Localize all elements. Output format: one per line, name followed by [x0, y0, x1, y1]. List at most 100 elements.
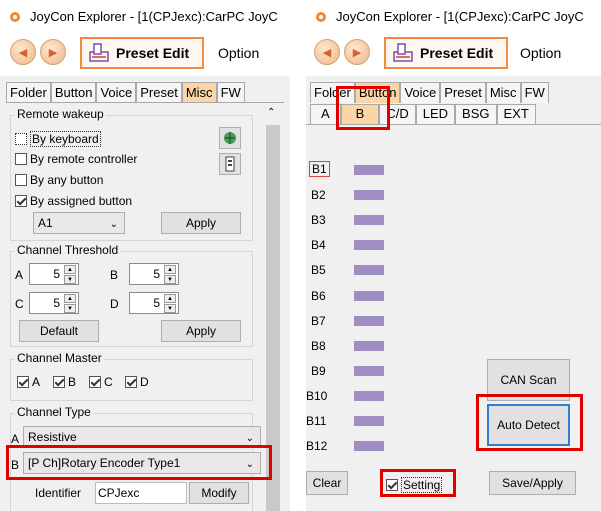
spin-up-icon[interactable]: ▲ [164, 294, 176, 303]
button-row-b1[interactable]: B1 [309, 160, 384, 180]
preset-edit-button[interactable]: Preset Edit [384, 37, 508, 69]
checkbox-box [53, 376, 65, 388]
button-row-b4[interactable]: B4 [309, 235, 384, 255]
button-bar[interactable] [354, 165, 384, 175]
threshold-c-spinner[interactable]: 5 ▲ ▼ [29, 292, 79, 314]
identifier-modify-button[interactable]: Modify [189, 482, 249, 504]
button-row-b12[interactable]: B12 [306, 436, 384, 456]
button-label: B1 [309, 161, 330, 177]
button-label: B8 [311, 339, 326, 353]
forward-button[interactable]: ▶ [344, 39, 370, 65]
button-row-b8[interactable]: B8 [309, 336, 384, 356]
checkbox-box [89, 376, 101, 388]
by-any-button-checkbox[interactable]: By any button [15, 173, 103, 187]
spin-up-icon[interactable]: ▲ [164, 265, 176, 274]
master-b-checkbox[interactable]: B [53, 375, 76, 389]
tab-preset[interactable]: Preset [136, 82, 182, 103]
keyboard-wakeup-icon-button[interactable] [219, 127, 241, 149]
button-label: B3 [311, 213, 326, 227]
highlight-channel-type-b [6, 445, 272, 480]
scroll-up-icon[interactable]: ⌃ [267, 107, 275, 118]
button-bar[interactable] [354, 291, 384, 301]
by-keyboard-checkbox[interactable]: By keyboard [15, 131, 101, 147]
option-menu[interactable]: Option [520, 45, 561, 61]
preset-edit-button[interactable]: Preset Edit [80, 37, 204, 69]
button-label: B9 [311, 364, 326, 378]
save-apply-button[interactable]: Save/Apply [489, 471, 576, 495]
button-bar[interactable] [354, 240, 384, 250]
threshold-a-label: A [15, 268, 24, 282]
assigned-button-select[interactable]: A1 ⌄ [33, 212, 125, 234]
tab-fw[interactable]: FW [216, 82, 245, 103]
button-bar[interactable] [354, 416, 384, 426]
gear-icon [316, 12, 326, 22]
button-bar[interactable] [354, 265, 384, 275]
remote-wakeup-group: Remote wakeup By keyboard By remote cont… [10, 107, 253, 241]
subtab-led[interactable]: LED [415, 104, 456, 124]
tab-preset[interactable]: Preset [440, 82, 486, 103]
button-bar[interactable] [354, 341, 384, 351]
tab-fw[interactable]: FW [520, 82, 549, 103]
button-bar[interactable] [354, 391, 384, 401]
spin-down-icon[interactable]: ▼ [64, 304, 76, 313]
checkbox-box [15, 153, 27, 165]
highlight-auto-detect [476, 394, 583, 451]
master-c-checkbox[interactable]: C [89, 375, 113, 389]
spinner-value: 5 [153, 296, 160, 310]
threshold-apply-button[interactable]: Apply [161, 320, 241, 342]
threshold-a-spinner[interactable]: 5 ▲ ▼ [29, 263, 79, 285]
button-row-b3[interactable]: B3 [309, 210, 384, 230]
chevron-down-icon: ⌄ [109, 219, 118, 230]
button-bar[interactable] [354, 366, 384, 376]
checkbox-box [15, 174, 27, 186]
tab-misc[interactable]: Misc [181, 82, 217, 103]
threshold-b-spinner[interactable]: 5 ▲ ▼ [129, 263, 179, 285]
checkbox-label: By remote controller [30, 152, 138, 166]
spin-down-icon[interactable]: ▼ [64, 275, 76, 284]
checkbox-label: By keyboard [30, 131, 101, 147]
clear-button[interactable]: Clear [306, 471, 348, 495]
master-d-checkbox[interactable]: D [125, 375, 149, 389]
threshold-default-button[interactable]: Default [19, 320, 99, 342]
button-row-b6[interactable]: B6 [309, 286, 384, 306]
button-row-b11[interactable]: B11 [306, 411, 384, 431]
spin-up-icon[interactable]: ▲ [64, 294, 76, 303]
master-a-checkbox[interactable]: A [17, 375, 40, 389]
back-button[interactable]: ◀ [10, 39, 36, 65]
select-value: Resistive [28, 430, 77, 444]
button-label: B7 [311, 314, 326, 328]
by-assigned-button-checkbox[interactable]: By assigned button [15, 194, 132, 208]
tab-misc[interactable]: Misc [485, 82, 521, 103]
button-row-b10[interactable]: B10 [306, 386, 384, 406]
option-menu[interactable]: Option [218, 45, 259, 61]
button-list-area: B1 B2 B3 B4 B5 B6 B7 B8 B9 B10 B11 B12 C… [306, 124, 601, 511]
back-button[interactable]: ◀ [314, 39, 340, 65]
forward-button[interactable]: ▶ [40, 39, 66, 65]
by-remote-controller-checkbox[interactable]: By remote controller [15, 152, 137, 166]
button-row-b9[interactable]: B9 [309, 361, 384, 381]
button-bar[interactable] [354, 190, 384, 200]
button-bar[interactable] [354, 316, 384, 326]
button-row-b2[interactable]: B2 [309, 185, 384, 205]
remote-wakeup-apply-button[interactable]: Apply [161, 212, 241, 234]
spin-down-icon[interactable]: ▼ [164, 304, 176, 313]
title-bar: JoyCon Explorer - [1(CPJexc):CarPC JoyC [306, 0, 601, 34]
identifier-field[interactable]: CPJexc [95, 482, 187, 504]
spin-up-icon[interactable]: ▲ [64, 265, 76, 274]
subtab-bsg[interactable]: BSG [455, 104, 497, 124]
button-label: B10 [306, 389, 328, 403]
button-row-b7[interactable]: B7 [309, 311, 384, 331]
subtab-ext[interactable]: EXT [496, 104, 536, 124]
button-bar[interactable] [354, 441, 384, 451]
button-row-b5[interactable]: B5 [309, 260, 384, 280]
highlight-subtab-b [336, 86, 390, 130]
tab-button[interactable]: Button [50, 82, 97, 103]
button-bar[interactable] [354, 215, 384, 225]
tab-voice[interactable]: Voice [400, 82, 441, 103]
threshold-d-spinner[interactable]: 5 ▲ ▼ [129, 292, 179, 314]
tab-folder[interactable]: Folder [6, 82, 51, 103]
spin-down-icon[interactable]: ▼ [164, 275, 176, 284]
remote-wakeup-icon-button[interactable] [219, 153, 241, 175]
tab-voice[interactable]: Voice [96, 82, 137, 103]
window-title: JoyCon Explorer - [1(CPJexc):CarPC JoyC [336, 9, 584, 24]
